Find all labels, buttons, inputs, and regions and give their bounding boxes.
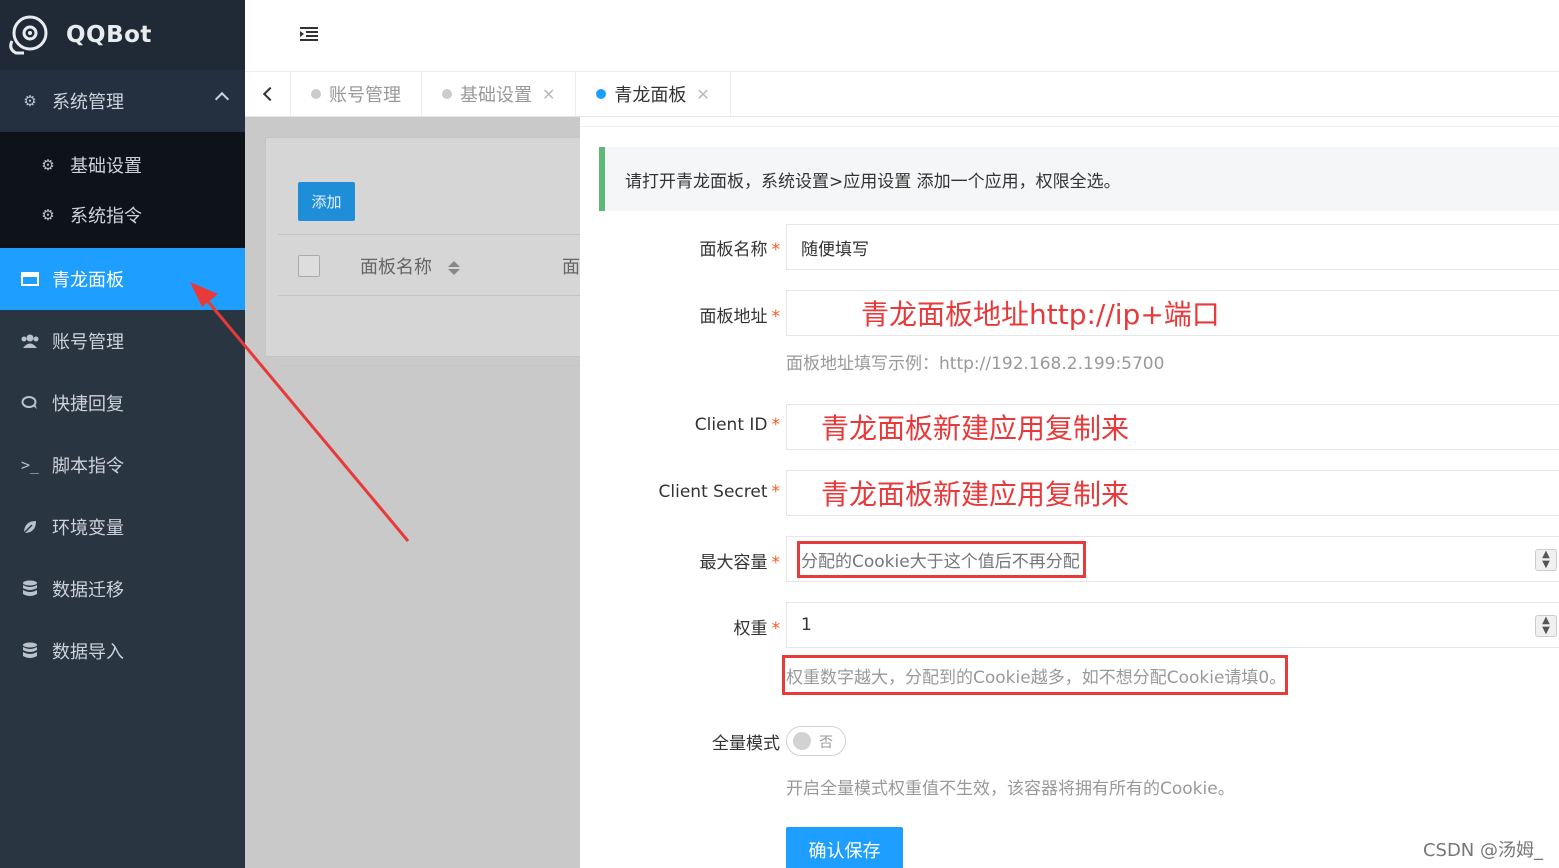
sidebar-item-data-migration[interactable]: 数据迁移	[0, 558, 245, 620]
sidebar-group-system: ⚙ 系统管理	[0, 70, 245, 132]
sort-icon[interactable]	[447, 261, 460, 275]
select-all-checkbox[interactable]	[298, 255, 320, 277]
close-icon[interactable]: ✕	[542, 85, 555, 104]
sidebar: QQBot ⚙ 系统管理 ⚙ 基础设置 ⚙ 系统指令 青龙面板 账号管理 快捷回…	[0, 0, 245, 868]
bot-logo-icon	[9, 15, 48, 55]
sidebar-item-label: 数据迁移	[52, 580, 124, 601]
app-logo[interactable]: QQBot	[0, 0, 245, 70]
panel-list-card: 添加 面板名称 面板地址	[265, 137, 602, 366]
drawer-header	[580, 117, 1559, 127]
sidebar-item-label: 环境变量	[52, 518, 124, 539]
window-icon	[20, 269, 40, 289]
menu-fold-icon[interactable]	[300, 26, 318, 42]
terminal-icon: >_	[20, 456, 40, 474]
app-title: QQBot	[66, 22, 152, 48]
tab-qinglong-panel[interactable]: 青龙面板 ✕	[576, 72, 731, 116]
column-header-name[interactable]: 面板名称	[360, 253, 460, 279]
tab-accounts[interactable]: 账号管理	[291, 72, 422, 116]
save-button[interactable]: 确认保存	[786, 827, 903, 868]
panel-name-input[interactable]: 随便填写	[786, 224, 1559, 270]
sidebar-item-script-commands[interactable]: >_ 脚本指令	[0, 434, 245, 496]
field-label-name: 面板名称 *	[699, 240, 781, 260]
gear-icon: ⚙	[23, 92, 37, 110]
sidebar-item-label: 系统管理	[52, 92, 124, 113]
sidebar-item-label: 数据导入	[52, 642, 124, 663]
field-label-weight: 权重 *	[733, 619, 781, 639]
full-mode-hint: 开启全量模式权重值不生效，该容器将拥有所有的Cookie。	[786, 779, 1235, 799]
sidebar-item-label: 脚本指令	[52, 456, 124, 477]
number-spinner-icon[interactable]: ▲ ▼	[1535, 615, 1557, 637]
annotation-client-id: 青龙面板新建应用复制来	[821, 412, 1130, 445]
add-button[interactable]: 添加	[298, 182, 355, 221]
tab-dot-icon	[596, 89, 607, 99]
sidebar-item-system-management[interactable]: ⚙ 系统管理	[0, 70, 245, 132]
sidebar-item-qinglong-panel[interactable]: 青龙面板	[0, 248, 245, 310]
chat-icon	[20, 393, 40, 413]
table-body	[278, 296, 594, 366]
gear-icon: ⚙	[41, 206, 55, 224]
chevron-up-icon	[214, 91, 230, 107]
sidebar-item-env-vars[interactable]: 环境变量	[0, 496, 245, 558]
tab-basic-settings[interactable]: 基础设置 ✕	[422, 72, 577, 116]
main-content: 添加 面板名称 面板地址	[245, 117, 602, 868]
table-header: 面板名称 面板地址	[278, 234, 602, 296]
header	[245, 0, 1559, 72]
annotation-address: 青龙面板地址http://ip+端口	[861, 298, 1220, 331]
sidebar-item-data-import[interactable]: 数据导入	[0, 620, 245, 682]
close-icon[interactable]: ✕	[696, 85, 709, 104]
chevron-left-icon	[262, 86, 277, 102]
sidebar-item-label: 基础设置	[70, 156, 142, 177]
sidebar-item-label: 账号管理	[52, 332, 124, 353]
leaf-icon	[20, 517, 40, 537]
tab-label: 基础设置	[460, 85, 532, 106]
annotation-box-weight	[782, 655, 1288, 695]
tab-scroll-left-button[interactable]	[245, 72, 291, 116]
field-label-client-id: Client ID *	[694, 415, 780, 435]
number-spinner-icon[interactable]: ▲ ▼	[1535, 549, 1557, 571]
client-id-input[interactable]: 青龙面板新建应用复制来	[786, 404, 1559, 450]
tab-label: 账号管理	[329, 85, 401, 106]
watermark: CSDN @汤姆_	[1422, 840, 1543, 861]
notice-banner: 请打开青龙面板，系统设置>应用设置 添加一个应用，权限全选。	[599, 147, 1559, 211]
database-icon	[20, 579, 40, 599]
users-icon	[20, 331, 40, 351]
field-label-address: 面板地址 *	[699, 307, 781, 327]
sidebar-item-label: 系统指令	[70, 206, 142, 227]
annotation-client-secret: 青龙面板新建应用复制来	[821, 478, 1130, 511]
weight-input[interactable]: 1 ▲ ▼	[786, 602, 1559, 648]
sidebar-item-system-commands[interactable]: ⚙ 系统指令	[0, 190, 245, 240]
database-icon	[20, 641, 40, 661]
tab-bar: 账号管理 基础设置 ✕ 青龙面板 ✕	[245, 72, 1559, 117]
weight-value: 1	[801, 615, 812, 635]
switch-knob	[793, 732, 811, 750]
field-label-full-mode: 全量模式	[712, 734, 780, 754]
tab-dot-icon	[442, 89, 452, 99]
client-secret-input[interactable]: 青龙面板新建应用复制来	[786, 470, 1559, 516]
tab-label: 青龙面板	[614, 85, 687, 106]
sidebar-item-basic-settings[interactable]: ⚙ 基础设置	[0, 140, 245, 190]
annotation-box-capacity	[797, 541, 1086, 578]
field-label-client-secret: Client Secret *	[658, 482, 780, 502]
gear-icon: ⚙	[41, 156, 55, 174]
full-mode-switch[interactable]: 否	[786, 726, 846, 756]
sidebar-item-label: 快捷回复	[52, 394, 124, 415]
switch-label: 否	[819, 735, 833, 751]
sidebar-item-label: 青龙面板	[52, 270, 124, 291]
field-label-capacity: 最大容量 *	[699, 553, 781, 573]
edit-drawer: 请打开青龙面板，系统设置>应用设置 添加一个应用，权限全选。 面板名称 * 随便填…	[580, 117, 1559, 868]
address-hint: 面板地址填写示例：http://192.168.2.199:5700	[786, 354, 1165, 374]
sidebar-item-quick-reply[interactable]: 快捷回复	[0, 372, 245, 434]
panel-address-input[interactable]: 青龙面板地址http://ip+端口	[786, 290, 1559, 336]
sidebar-submenu: ⚙ 基础设置 ⚙ 系统指令	[0, 132, 245, 248]
tab-dot-icon	[311, 89, 321, 99]
sidebar-item-accounts[interactable]: 账号管理	[0, 310, 245, 372]
